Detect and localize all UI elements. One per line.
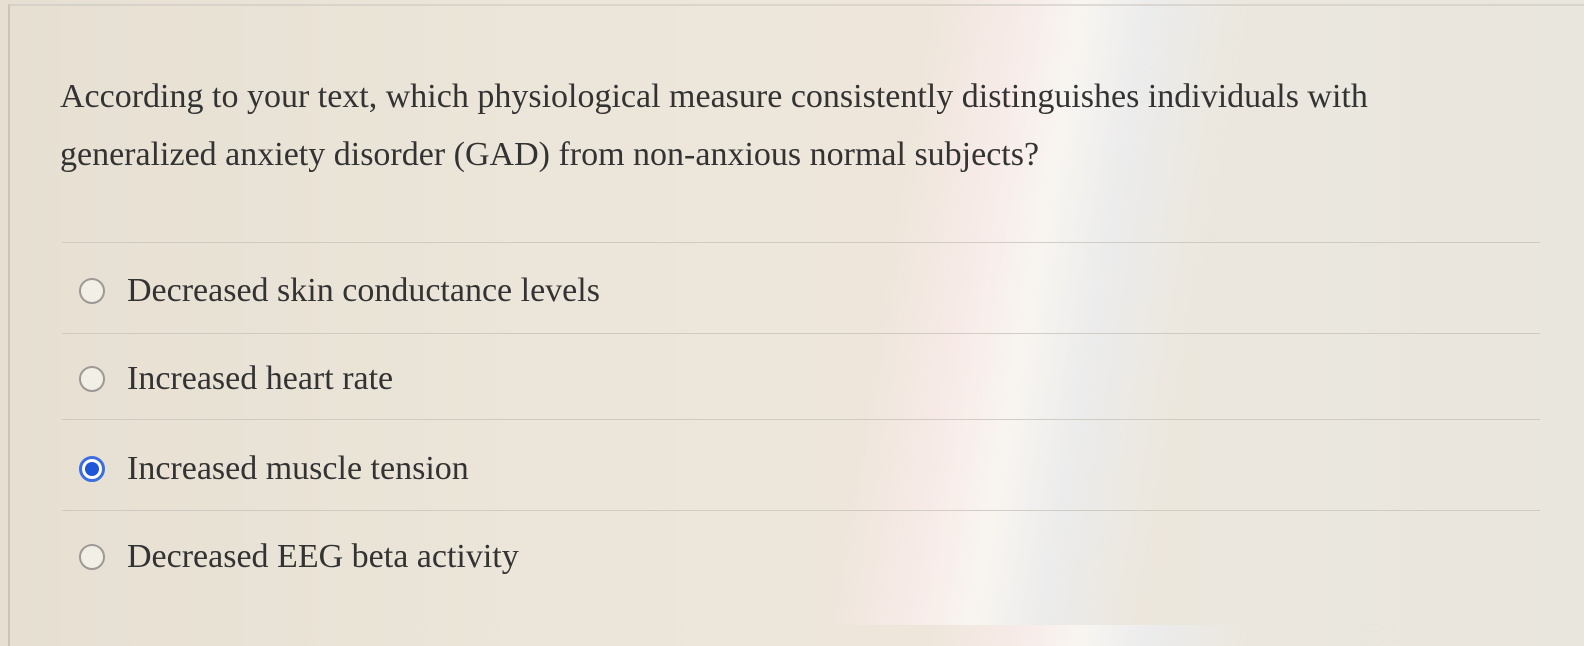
divider [62,242,1540,243]
divider [62,510,1540,511]
radio-unchecked-icon[interactable] [79,366,105,392]
answer-option-4[interactable]: Decreased EEG beta activity [62,529,1540,585]
radio-checked-icon[interactable] [79,456,105,482]
question-text: According to your text, which physiologi… [60,78,1368,173]
radio-unchecked-icon[interactable] [79,544,105,570]
divider [62,419,1540,420]
divider [62,333,1540,334]
answer-option-2[interactable]: Increased heart rate [62,351,1540,407]
answer-option-label: Decreased skin conductance levels [127,272,600,309]
answer-option-label: Increased muscle tension [127,450,469,487]
answer-option-label: Decreased EEG beta activity [127,538,519,575]
radio-unchecked-icon[interactable] [79,278,105,304]
answer-option-1[interactable]: Decreased skin conductance levels [62,263,1540,319]
answer-option-3[interactable]: Increased muscle tension [62,441,1540,497]
answer-option-label: Increased heart rate [127,360,394,397]
